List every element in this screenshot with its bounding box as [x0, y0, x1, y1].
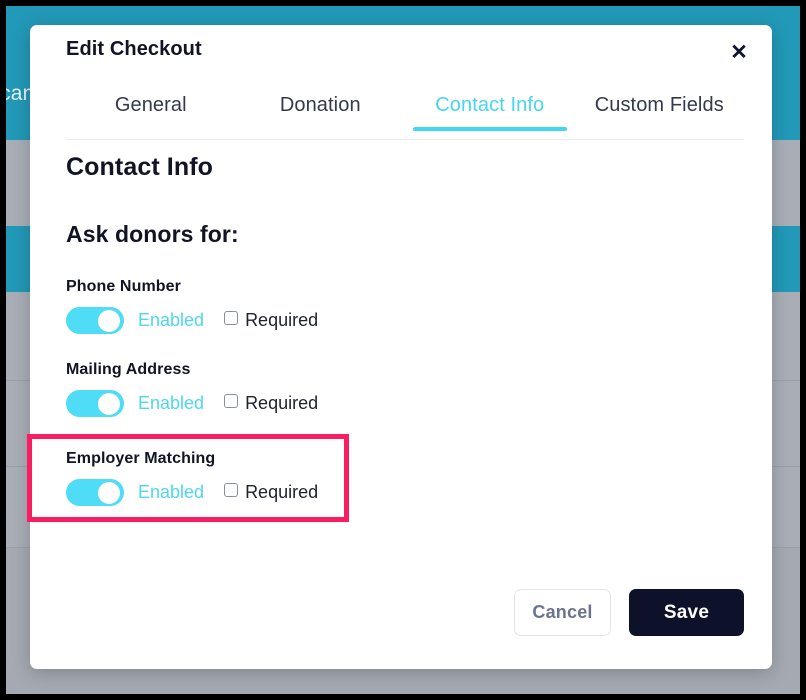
field-controls: Enabled Required — [66, 479, 344, 506]
required-label: Required — [245, 310, 319, 330]
required-checkbox-mailing-address[interactable]: Required — [224, 393, 318, 414]
field-label-mailing-address: Mailing Address — [66, 361, 191, 378]
field-group-phone-number: Phone Number Enabled Required — [66, 273, 726, 340]
modal-footer: Cancel Save — [514, 589, 744, 636]
enabled-label-phone-number: Enabled — [138, 310, 205, 330]
ask-donors-heading: Ask donors for: — [66, 221, 239, 247]
contact-fields-list: Phone Number Enabled Required Mailing Ad… — [27, 273, 726, 533]
toggle-knob — [98, 309, 120, 332]
field-group-employer-matching: Employer Matching Enabled Required — [27, 434, 349, 522]
required-label: Required — [245, 482, 319, 502]
field-controls: Enabled Required — [66, 390, 726, 417]
tab-bar: General Donation Contact Info Custom Fie… — [66, 79, 744, 139]
tab-custom-fields[interactable]: Custom Fields — [575, 79, 745, 130]
tab-general[interactable]: General — [66, 79, 236, 130]
field-label-employer-matching: Employer Matching — [66, 450, 216, 467]
required-label: Required — [245, 393, 319, 413]
checkbox-icon[interactable] — [224, 482, 239, 497]
tab-donation[interactable]: Donation — [236, 79, 406, 130]
edit-checkout-modal: Edit Checkout ✕ General Donation Contact… — [27, 25, 772, 669]
page-title: Contact Info — [66, 153, 214, 181]
checkbox-icon[interactable] — [224, 393, 239, 408]
toggle-knob — [98, 481, 120, 504]
checkbox-icon[interactable] — [224, 310, 239, 325]
required-checkbox-phone-number[interactable]: Required — [224, 310, 318, 331]
toggle-mailing-address[interactable] — [66, 390, 124, 417]
required-checkbox-employer-matching[interactable]: Required — [224, 482, 318, 503]
field-controls: Enabled Required — [66, 307, 726, 334]
screenshot-root: can Edit Checkout ✕ General Donation Con… — [0, 0, 806, 700]
field-label-phone-number: Phone Number — [66, 278, 181, 295]
close-icon[interactable]: ✕ — [726, 39, 752, 65]
toggle-phone-number[interactable] — [66, 307, 124, 334]
toggle-knob — [98, 392, 120, 415]
tab-contact-info[interactable]: Contact Info — [405, 79, 575, 131]
tab-bar-divider — [66, 139, 744, 140]
save-button[interactable]: Save — [629, 589, 744, 636]
cancel-button[interactable]: Cancel — [514, 589, 611, 636]
enabled-label-mailing-address: Enabled — [138, 393, 205, 413]
toggle-employer-matching[interactable] — [66, 479, 124, 506]
field-group-mailing-address: Mailing Address Enabled Required — [66, 356, 726, 423]
modal-title: Edit Checkout — [66, 38, 202, 60]
enabled-label-employer-matching: Enabled — [138, 482, 205, 502]
